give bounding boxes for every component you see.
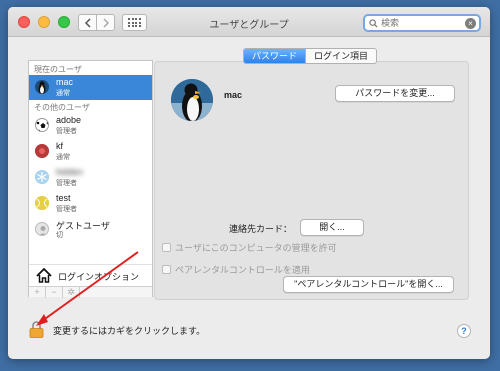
- title-bar: ユーザとグループ ×: [8, 7, 490, 37]
- tennis-ball-avatar: [35, 196, 49, 210]
- user-name: test: [56, 193, 71, 203]
- user-role: 通常: [56, 154, 70, 161]
- contacts-card-label: 連絡先カード：: [229, 224, 293, 234]
- user-row-adobe[interactable]: adobe 管理者: [29, 113, 152, 138]
- user-row-kf[interactable]: kf 通常: [29, 139, 152, 164]
- remove-user-button[interactable]: −: [46, 287, 63, 298]
- user-row-test[interactable]: test 管理者: [29, 191, 152, 216]
- tab-password[interactable]: パスワード: [244, 49, 306, 63]
- login-options-item[interactable]: ログインオプション: [29, 264, 152, 286]
- sidebar-toolbar: + − ✲: [29, 286, 152, 298]
- user-row-blurred[interactable]: hidden 管理者: [29, 165, 152, 190]
- user-role: 管理者: [56, 128, 77, 135]
- gear-icon[interactable]: ✲: [63, 287, 80, 298]
- user-name: ゲストユーザ: [56, 221, 110, 231]
- snowflake-avatar: [35, 170, 49, 184]
- parental-checkbox[interactable]: [162, 265, 171, 274]
- current-user-section-label: 現在のユーザ: [34, 65, 82, 74]
- allow-admin-label: ユーザにこのコンピュータの管理を許可: [175, 243, 337, 253]
- account-avatar[interactable]: [171, 79, 213, 121]
- guest-user-icon: [35, 222, 49, 236]
- user-row-guest[interactable]: ゲストユーザ 切: [29, 217, 152, 242]
- user-list-sidebar: 現在のユーザ mac 通常 その他のユーザ adobe 管理者 kf 通常 hi…: [28, 60, 153, 298]
- allow-admin-checkbox-row[interactable]: ユーザにこのコンピュータの管理を許可: [162, 241, 337, 254]
- change-password-button[interactable]: パスワードを変更...: [335, 85, 455, 102]
- account-tabs: パスワード ログイン項目: [243, 48, 378, 64]
- add-user-button[interactable]: +: [29, 287, 46, 298]
- parental-checkbox-row[interactable]: ペアレンタルコントロールを適用: [162, 263, 310, 276]
- user-name: hidden: [56, 167, 84, 177]
- login-options-label: ログインオプション: [58, 272, 140, 282]
- search-input[interactable]: [381, 18, 461, 28]
- tab-login-items[interactable]: ログイン項目: [305, 49, 376, 63]
- user-role: 切: [56, 232, 63, 239]
- search-field[interactable]: ×: [363, 14, 481, 32]
- search-icon: [369, 18, 378, 28]
- user-name: adobe: [56, 115, 82, 125]
- user-name: mac: [56, 77, 74, 87]
- account-name: mac: [224, 90, 243, 100]
- clear-search-icon[interactable]: ×: [465, 18, 476, 29]
- user-role: 管理者: [56, 180, 77, 187]
- allow-admin-checkbox[interactable]: [162, 243, 171, 252]
- lock-button[interactable]: [29, 320, 44, 338]
- lock-hint-text: 変更するにはカギをクリックします。: [53, 326, 206, 336]
- help-button[interactable]: ?: [457, 324, 471, 338]
- other-users-section-label: その他のユーザ: [34, 103, 90, 112]
- house-icon: [36, 268, 52, 283]
- soccer-ball-avatar: [35, 118, 49, 132]
- open-contacts-button[interactable]: 開く...: [300, 219, 364, 236]
- user-name: kf: [56, 141, 64, 151]
- parental-label: ペアレンタルコントロールを適用: [175, 265, 310, 275]
- flower-avatar: [35, 144, 49, 158]
- open-parental-controls-button[interactable]: "ペアレンタルコントロール"を開く...: [283, 276, 454, 293]
- user-row-mac[interactable]: mac 通常: [29, 75, 152, 100]
- penguin-picture: [171, 79, 213, 121]
- user-role: 管理者: [56, 206, 77, 213]
- user-role: 通常: [56, 90, 70, 97]
- penguin-avatar: [35, 80, 49, 94]
- lock-icon: [29, 321, 44, 338]
